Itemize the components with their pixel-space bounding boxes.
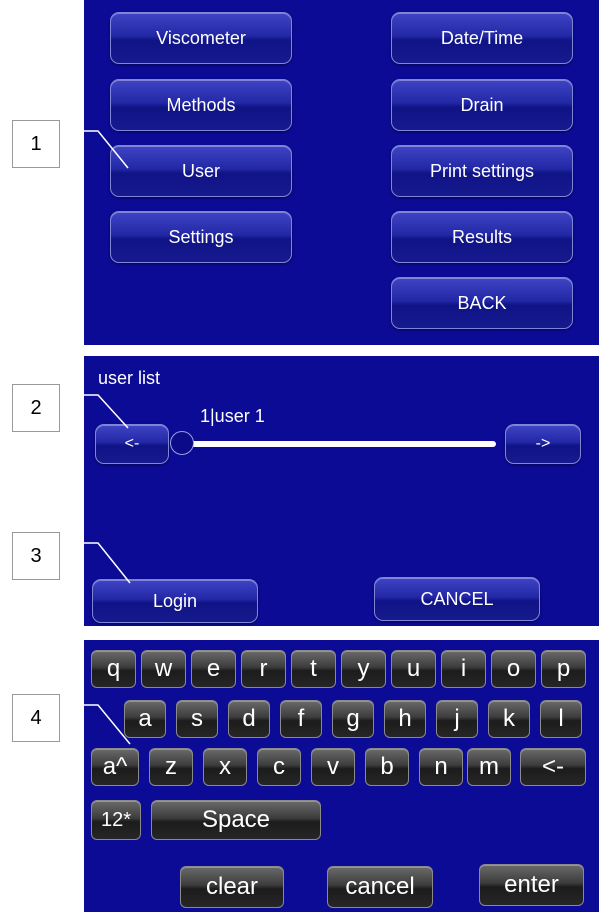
callout-leader-lines bbox=[60, 130, 131, 745]
leader-line-4 bbox=[60, 704, 131, 745]
leader-line-3 bbox=[60, 542, 131, 584]
leader-line-1 bbox=[60, 130, 129, 169]
leader-line-2 bbox=[60, 394, 129, 429]
